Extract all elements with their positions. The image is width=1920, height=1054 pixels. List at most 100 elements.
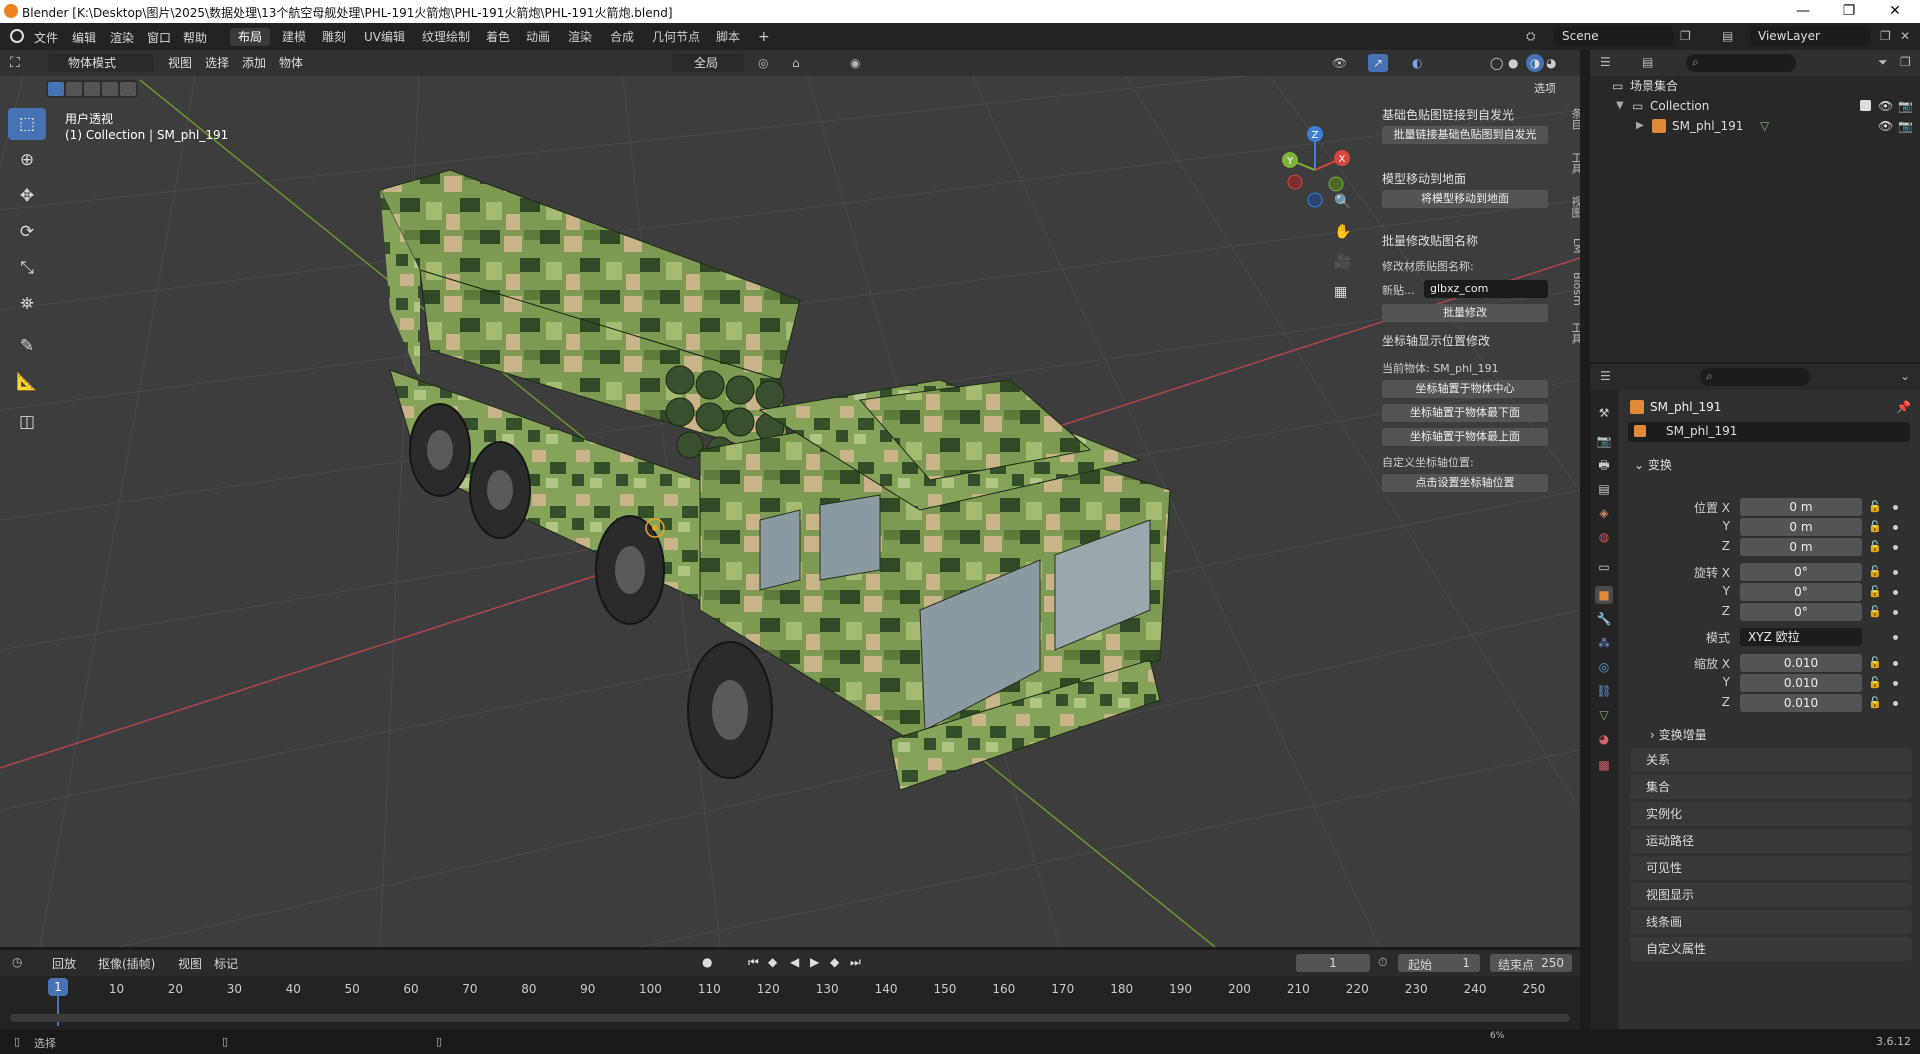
- new-collection-icon[interactable]: ❐: [1900, 55, 1911, 69]
- keyframe-dot-icon[interactable]: [1893, 590, 1898, 595]
- panel-visibility[interactable]: 可见性: [1630, 856, 1912, 880]
- display-mode-icon[interactable]: ▤: [1642, 55, 1653, 69]
- visibility-eye-icon[interactable]: 👁: [1878, 96, 1893, 116]
- visibility-eye-icon[interactable]: 👁: [1878, 116, 1893, 136]
- outliner-row-collection[interactable]: ▼ ▭ Collection 👁 📷: [1590, 96, 1920, 116]
- scale-tool[interactable]: ⤡: [8, 252, 46, 284]
- origin-to-bottom-button[interactable]: 坐标轴置于物体最下面: [1382, 404, 1548, 422]
- menu-timeline-view[interactable]: 视图: [178, 955, 202, 972]
- prev-keyframe-icon[interactable]: ◆: [768, 955, 777, 969]
- annotate-tool[interactable]: ✎: [8, 330, 46, 362]
- lock-icon[interactable]: 🔓: [1868, 696, 1882, 709]
- menu-add[interactable]: 添加: [242, 54, 266, 72]
- snap-icon[interactable]: ⌂: [792, 54, 800, 72]
- cursor-tool[interactable]: ⊕: [8, 144, 46, 176]
- menu-select[interactable]: 选择: [205, 54, 229, 72]
- preview-range-icon[interactable]: ⏱: [1378, 955, 1387, 970]
- jump-start-icon[interactable]: ⏮: [748, 955, 759, 970]
- next-keyframe-icon[interactable]: ◆: [830, 955, 839, 969]
- timeline-editor-icon[interactable]: ◷: [12, 955, 22, 969]
- new-scene-icon[interactable]: ❐: [1680, 29, 1691, 43]
- keyframe-dot-icon[interactable]: [1893, 570, 1898, 575]
- select-new-icon[interactable]: [48, 82, 64, 96]
- panel-viewport-display[interactable]: 视图显示: [1630, 883, 1912, 907]
- np-tab-blosm[interactable]: Blosm: [1568, 272, 1580, 306]
- options-dropdown[interactable]: 选项: [1534, 80, 1556, 96]
- material-tab-icon[interactable]: ◕: [1595, 730, 1613, 748]
- properties-options-icon[interactable]: ⌄: [1900, 369, 1910, 383]
- filter-icon[interactable]: ⏷: [1878, 55, 1888, 70]
- tab-sculpting[interactable]: 雕刻: [314, 28, 354, 46]
- transform-orientation-selector[interactable]: 全局: [672, 54, 744, 72]
- visibility-icon[interactable]: 👁: [1332, 54, 1347, 72]
- camera-view-icon[interactable]: 🎥: [1334, 254, 1351, 270]
- zoom-icon[interactable]: 🔍: [1334, 194, 1351, 210]
- start-frame-field[interactable]: 起始 1: [1398, 954, 1480, 972]
- constraints-tab-icon[interactable]: ⛓: [1595, 682, 1613, 700]
- outliner-search-input[interactable]: ⌕: [1686, 54, 1796, 72]
- select-box-tool[interactable]: ⬚: [8, 108, 46, 140]
- mode-selector[interactable]: 物体模式: [48, 54, 154, 72]
- data-tab-icon[interactable]: ▽: [1595, 706, 1613, 724]
- menu-view[interactable]: 视图: [168, 54, 192, 72]
- select-subtract-icon[interactable]: [84, 82, 100, 96]
- properties-search-input[interactable]: ⌕: [1700, 368, 1810, 386]
- np-tab-item[interactable]: 条目: [1568, 108, 1580, 130]
- move-to-ground-button[interactable]: 将模型移动到地面: [1382, 190, 1548, 208]
- scale-y-field[interactable]: 0.010: [1740, 674, 1862, 692]
- scale-x-field[interactable]: 0.010: [1740, 654, 1862, 672]
- wireframe-shading-icon[interactable]: ◯: [1490, 54, 1503, 72]
- overlays-icon[interactable]: ◐: [1412, 54, 1422, 72]
- menu-playback[interactable]: 回放: [52, 955, 76, 972]
- rotate-tool[interactable]: ⟳: [8, 216, 46, 248]
- keyframe-dot-icon[interactable]: [1893, 545, 1898, 550]
- lock-icon[interactable]: 🔓: [1868, 565, 1882, 578]
- measure-tool[interactable]: 📐: [8, 366, 46, 398]
- menu-help[interactable]: 帮助: [183, 29, 207, 46]
- tab-shading[interactable]: 着色: [478, 28, 518, 46]
- scene-selector[interactable]: Scene: [1554, 27, 1674, 46]
- render-camera-icon[interactable]: 📷: [1898, 96, 1913, 116]
- close-button[interactable]: ✕: [1872, 0, 1918, 23]
- tab-compositing[interactable]: 合成: [602, 28, 642, 46]
- np-tab-view[interactable]: 视图: [1568, 196, 1580, 218]
- tab-uv-editing[interactable]: UV编辑: [356, 28, 413, 46]
- transform-tool[interactable]: ⛯: [8, 288, 46, 320]
- delta-transform-subpanel[interactable]: › 变换增量: [1650, 726, 1707, 743]
- panel-motion-paths[interactable]: 运动路径: [1630, 829, 1912, 853]
- tool-tab-icon[interactable]: ⚒: [1595, 404, 1613, 422]
- tab-texture-paint[interactable]: 纹理绘制: [414, 28, 478, 46]
- location-y-field[interactable]: 0 m: [1740, 518, 1862, 536]
- view-layer-tab-icon[interactable]: ▤: [1595, 480, 1613, 498]
- outliner-row-object[interactable]: ▶ SM_phl_191 ▽ 👁 📷: [1590, 116, 1920, 136]
- maximize-button[interactable]: ❐: [1826, 0, 1872, 23]
- truck-model[interactable]: [379, 169, 1171, 791]
- collapse-arrow-icon[interactable]: ▼: [1616, 96, 1624, 116]
- location-z-field[interactable]: 0 m: [1740, 538, 1862, 556]
- tab-rendering[interactable]: 渲染: [560, 28, 600, 46]
- play-reverse-icon[interactable]: ◀: [790, 955, 799, 969]
- object-name[interactable]: SM_phl_191: [1650, 400, 1721, 414]
- rotation-y-field[interactable]: 0°: [1740, 583, 1862, 601]
- panel-custom-properties[interactable]: 自定义属性: [1630, 937, 1912, 961]
- np-section-title[interactable]: 坐标轴显示位置修改: [1382, 332, 1490, 349]
- output-tab-icon[interactable]: 🖶: [1595, 456, 1613, 474]
- outliner-row-scene-collection[interactable]: ▭ 场景集合: [1590, 76, 1920, 96]
- modifier-tab-icon[interactable]: 🔧: [1595, 610, 1613, 628]
- tab-modeling[interactable]: 建模: [274, 28, 314, 46]
- rotation-x-field[interactable]: 0°: [1740, 563, 1862, 581]
- properties-editor-icon[interactable]: ☰: [1600, 369, 1611, 383]
- outliner-editor-icon[interactable]: ☰: [1600, 55, 1611, 69]
- panel-relations[interactable]: 关系: [1630, 748, 1912, 772]
- link-basecolor-emission-button[interactable]: 批量链接基础色贴图到自发光: [1382, 126, 1548, 144]
- keyframe-dot-icon[interactable]: [1893, 681, 1898, 686]
- playhead-marker[interactable]: 1: [48, 978, 68, 996]
- tab-layout[interactable]: 布局: [230, 28, 271, 46]
- blender-menu-icon[interactable]: [10, 29, 24, 43]
- keyframe-dot-icon[interactable]: [1893, 610, 1898, 615]
- timeline-scrollbar[interactable]: [10, 1014, 1570, 1022]
- expand-arrow-icon[interactable]: ▶: [1636, 116, 1644, 136]
- lock-icon[interactable]: 🔓: [1868, 605, 1882, 618]
- lock-icon[interactable]: 🔓: [1868, 676, 1882, 689]
- end-frame-field[interactable]: 结束点 250: [1490, 954, 1572, 972]
